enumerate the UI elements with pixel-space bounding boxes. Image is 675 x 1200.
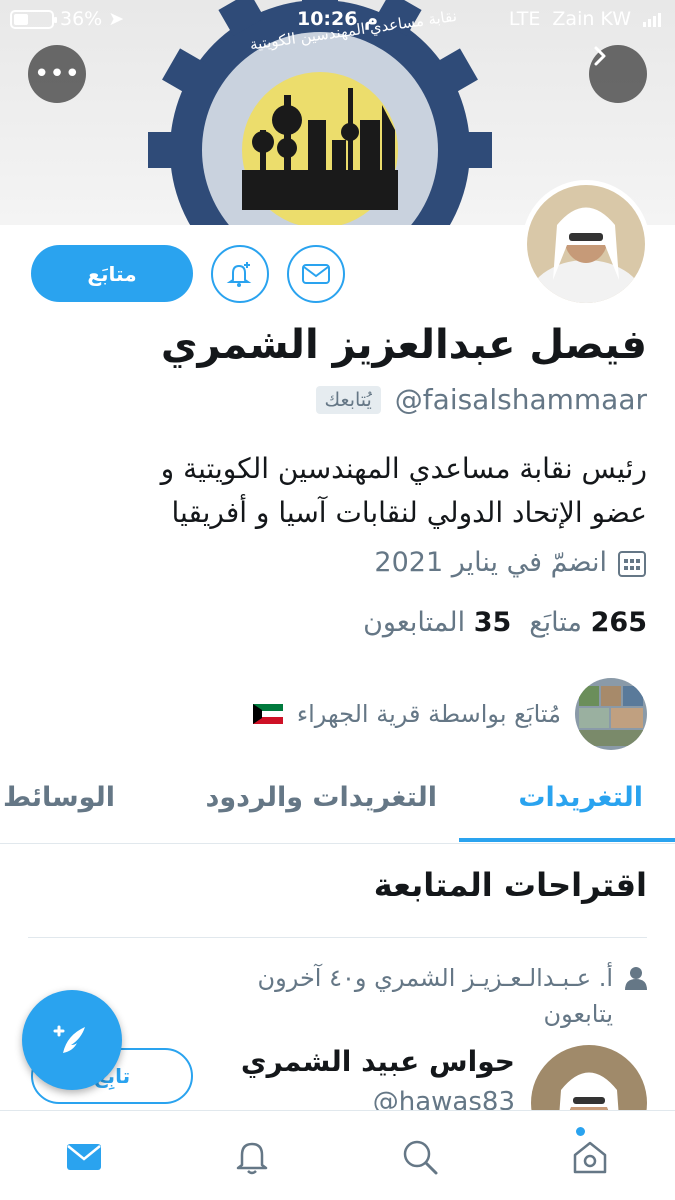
- suggestions-title: اقتراحات المتابعة: [373, 866, 647, 904]
- bell-plus-icon: [226, 262, 252, 287]
- suggestion-name[interactable]: حواس عبيد الشمري: [241, 1045, 515, 1078]
- message-button[interactable]: [287, 245, 345, 303]
- followed-by-text: مُتابَع بواسطة قرية الجهراء: [296, 700, 561, 728]
- followed-by[interactable]: مُتابَع بواسطة قرية الجهراء: [252, 678, 647, 750]
- search-icon: [403, 1140, 438, 1175]
- ellipsis-icon: •••: [33, 59, 80, 89]
- envelope-icon: [302, 264, 330, 284]
- follows-you-badge: يُتابعك: [315, 385, 381, 414]
- profile-avatar[interactable]: [522, 180, 650, 308]
- bio-line: عضو الإتحاد الدولي لنقابات آسيا و أفريقي…: [171, 496, 647, 529]
- home-icon: [573, 1141, 607, 1174]
- profile-name: فيصل عبدالعزيز الشمري: [160, 322, 647, 368]
- tab-tweets-replies[interactable]: التغريدات والردود: [206, 782, 437, 813]
- handle-row: يُتابعك @faisalshammaar: [315, 383, 647, 416]
- profile-handle: @faisalshammaar: [394, 383, 647, 416]
- active-tab-indicator: [459, 838, 675, 842]
- social-context-text: أ. عـبـدالـعـزيـز الشمري و٤٠ آخرون يتابع…: [257, 964, 613, 1028]
- join-date-text: انضمّ في يناير 2021: [374, 547, 607, 578]
- network-type: LTE: [508, 8, 541, 30]
- tab-tweets[interactable]: التغريدات: [518, 782, 643, 813]
- calendar-icon: [618, 550, 646, 577]
- tab-media[interactable]: الوسائط: [3, 782, 115, 813]
- nav-home[interactable]: [566, 1127, 614, 1181]
- bell-icon: [236, 1142, 268, 1175]
- bio-line: رئيس نقابة مساعدي المهندسين الكويتية و: [160, 452, 647, 485]
- notifications-button[interactable]: [211, 245, 269, 303]
- profile-tabs: التغريدات التغريدات والردود الوسائط: [0, 760, 675, 844]
- bottom-navigation: [0, 1110, 675, 1200]
- follow-counts: 265 متابَع 35 المتابعون: [363, 607, 647, 638]
- chevron-right-icon: [594, 46, 606, 66]
- compose-feather-icon: [53, 1025, 85, 1053]
- nav-notifications[interactable]: [228, 1133, 276, 1181]
- kuwait-flag-icon: [252, 704, 283, 724]
- nav-messages[interactable]: [60, 1133, 108, 1181]
- following-count[interactable]: 265 متابَع: [529, 607, 647, 638]
- followed-by-avatar: [575, 678, 647, 750]
- carrier-name: Zain KW: [552, 8, 631, 30]
- divider: [28, 937, 647, 938]
- status-bar: 36% ➤ 10:26 م LTE Zain KW: [0, 0, 675, 40]
- followers-count[interactable]: 35 المتابعون: [363, 607, 511, 638]
- signal-icon: [643, 11, 661, 27]
- social-context: أ. عـبـدالـعـزيـز الشمري و٤٠ آخرون يتابع…: [187, 960, 647, 1032]
- person-icon: [625, 967, 647, 990]
- compose-tweet-button[interactable]: [22, 990, 122, 1090]
- nav-search[interactable]: [396, 1133, 444, 1181]
- mail-icon: [67, 1144, 101, 1170]
- new-content-dot: [576, 1127, 585, 1136]
- profile-bio: رئيس نقابة مساعدي المهندسين الكويتية و ع…: [27, 447, 647, 535]
- join-date: انضمّ في يناير 2021: [374, 547, 647, 578]
- more-options-button[interactable]: •••: [28, 45, 86, 103]
- forward-button[interactable]: [589, 45, 647, 103]
- following-button[interactable]: متابَع: [31, 245, 193, 302]
